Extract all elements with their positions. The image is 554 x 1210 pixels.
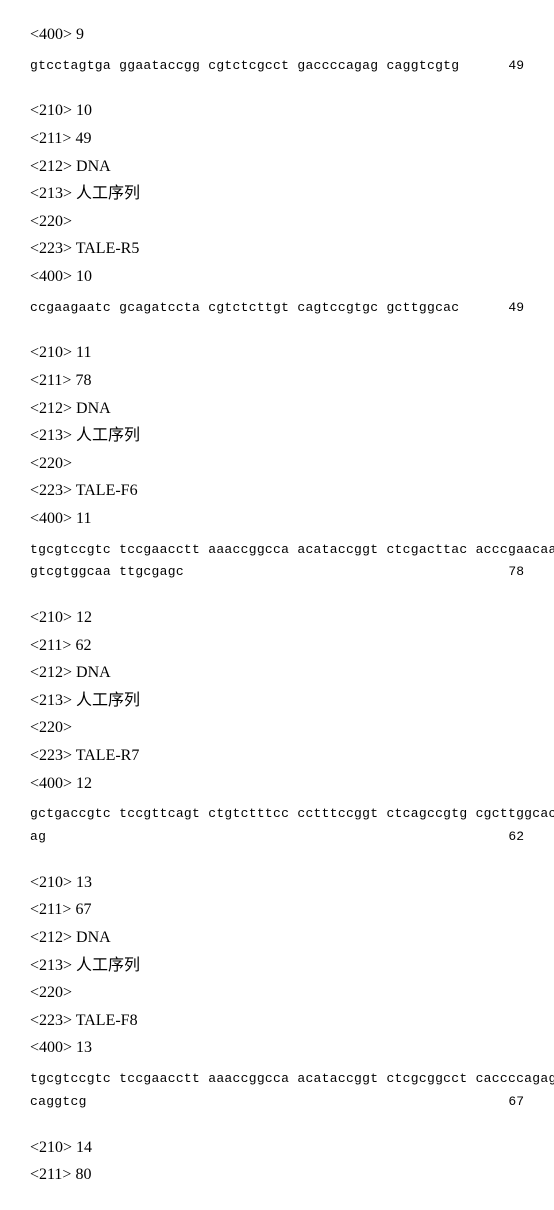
sequence-tag: <220> (30, 209, 524, 235)
sequence-position: 78 (488, 562, 524, 583)
sequence-text: ccgaagaatc gcagatccta cgtctcttgt cagtccg… (30, 298, 459, 319)
sequence-text: caggtcg (30, 1092, 87, 1113)
sequence-position: 67 (488, 1092, 524, 1113)
sequence-position: 62 (488, 827, 524, 848)
sequence-tag: <211> 62 (30, 633, 524, 659)
sequence-tag: <210> 11 (30, 340, 524, 366)
sequence-line: ccgaagaatc gcagatccta cgtctcttgt cagtccg… (30, 298, 524, 319)
sequence-tag: <223> TALE-R5 (30, 236, 524, 262)
sequence-tag: <210> 13 (30, 870, 524, 896)
sequence-tag: <223> TALE-R7 (30, 743, 524, 769)
sequence-tag: <400> 12 (30, 771, 524, 797)
sequence-tag: <212> DNA (30, 154, 524, 180)
sequence-tag: <211> 78 (30, 368, 524, 394)
sequence-tag: <211> 80 (30, 1162, 524, 1188)
sequence-line: tgcgtccgtc tccgaacctt aaaccggcca acatacc… (30, 1069, 524, 1090)
sequence-line: tgcgtccgtc tccgaacctt aaaccggcca acatacc… (30, 540, 524, 561)
sequence-tag: <220> (30, 715, 524, 741)
sequence-line: gtcgtggcaa ttgcgagc 78 (30, 562, 524, 583)
sequence-tag: <212> DNA (30, 396, 524, 422)
sequence-line: gctgaccgtc tccgttcagt ctgtctttcc cctttcc… (30, 804, 524, 825)
sequence-tag: <400> 11 (30, 506, 524, 532)
sequence-tag: <400> 13 (30, 1035, 524, 1061)
sequence-tag: <213> 人工序列 (30, 953, 524, 979)
sequence-tag: <210> 14 (30, 1135, 524, 1161)
sequence-tag: <210> 10 (30, 98, 524, 124)
sequence-tag: <211> 49 (30, 126, 524, 152)
sequence-line: gtcctagtga ggaataccgg cgtctcgcct gacccca… (30, 56, 524, 77)
sequence-text: tgcgtccgtc tccgaacctt aaaccggcca acatacc… (30, 540, 554, 561)
sequence-line: caggtcg 67 (30, 1092, 524, 1113)
sequence-listing: <400> 9 gtcctagtga ggaataccgg cgtctcgcct … (30, 22, 524, 1188)
sequence-tag: <210> 12 (30, 605, 524, 631)
sequence-tag: <220> (30, 980, 524, 1006)
sequence-text: gctgaccgtc tccgttcagt ctgtctttcc cctttcc… (30, 804, 554, 825)
sequence-tag: <213> 人工序列 (30, 423, 524, 449)
sequence-tag: <213> 人工序列 (30, 181, 524, 207)
sequence-tag: <223> TALE-F8 (30, 1008, 524, 1034)
sequence-tag: <223> TALE-F6 (30, 478, 524, 504)
sequence-text: gtcctagtga ggaataccgg cgtctcgcct gacccca… (30, 56, 459, 77)
sequence-tag: <400> 10 (30, 264, 524, 290)
sequence-text: ag (30, 827, 46, 848)
sequence-tag: <212> DNA (30, 925, 524, 951)
sequence-tag: <213> 人工序列 (30, 688, 524, 714)
sequence-tag: <400> 9 (30, 22, 524, 48)
sequence-tag: <211> 67 (30, 897, 524, 923)
sequence-text: gtcgtggcaa ttgcgagc (30, 562, 184, 583)
sequence-tag: <220> (30, 451, 524, 477)
sequence-position: 49 (488, 298, 524, 319)
sequence-position: 49 (488, 56, 524, 77)
sequence-text: tgcgtccgtc tccgaacctt aaaccggcca acatacc… (30, 1069, 554, 1090)
sequence-line: ag 62 (30, 827, 524, 848)
sequence-tag: <212> DNA (30, 660, 524, 686)
